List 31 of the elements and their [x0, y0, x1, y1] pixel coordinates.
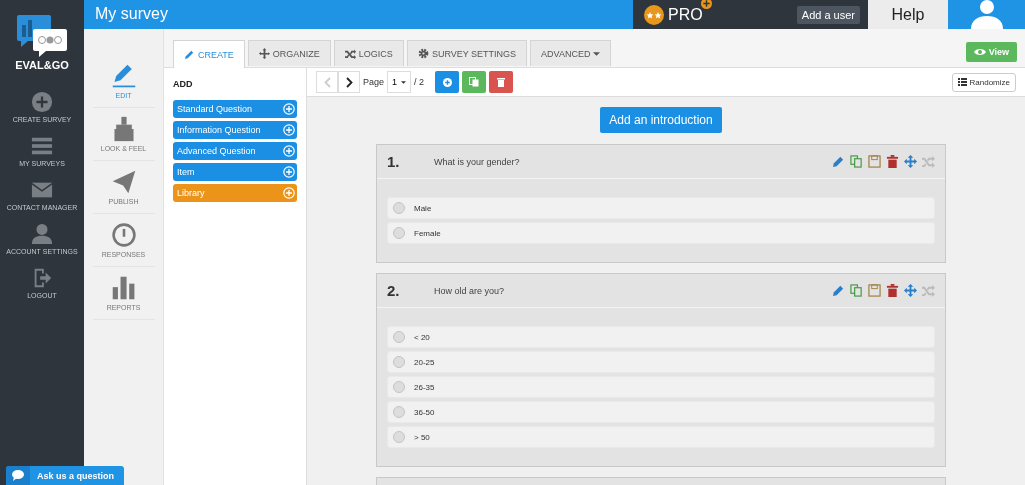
logo-text: EVAL&GO — [15, 59, 69, 71]
answer-option[interactable]: 26-35 — [387, 376, 935, 398]
answer-option[interactable]: 20-25 — [387, 351, 935, 373]
randomize-button[interactable]: Randomize — [951, 72, 1016, 92]
survey-title: My survey — [94, 4, 169, 24]
add-item-button[interactable]: Information Question — [173, 121, 297, 139]
answer-option[interactable]: < 20 — [387, 326, 935, 348]
page-label: Page — [363, 77, 385, 87]
help-button[interactable]: Help — [868, 0, 948, 29]
add-item-button[interactable]: Advanced Question — [173, 142, 297, 160]
question-text: How old are you? — [434, 285, 506, 296]
question-number: 1. — [387, 153, 401, 170]
tab[interactable]: SURVEY SETTINGS — [406, 40, 528, 66]
answer-option[interactable]: > 50 — [387, 426, 935, 448]
plan-label: PRO — [668, 5, 703, 24]
answer-option[interactable]: Female — [387, 222, 935, 244]
tab[interactable]: ORGANIZE — [247, 40, 331, 66]
page-select[interactable]: 1 — [387, 71, 412, 93]
panel-heading: ADD — [173, 79, 194, 89]
question-number: 2. — [387, 282, 401, 299]
answer-option[interactable]: 36-50 — [387, 401, 935, 423]
tab[interactable]: ADVANCED — [530, 40, 612, 66]
page-total: / 2 — [414, 77, 425, 87]
question-text: What is your gender? — [434, 156, 521, 167]
tab[interactable]: LOGICS — [333, 40, 404, 66]
add-item-button[interactable]: Standard Question — [173, 100, 297, 118]
add-introduction-button[interactable]: Add an introduction — [600, 107, 722, 133]
tab[interactable]: CREATE — [173, 40, 245, 68]
answer-option[interactable]: Male — [387, 197, 935, 219]
add-item-button[interactable]: Item — [173, 163, 297, 181]
add-user-button[interactable]: Add a user — [796, 5, 860, 24]
